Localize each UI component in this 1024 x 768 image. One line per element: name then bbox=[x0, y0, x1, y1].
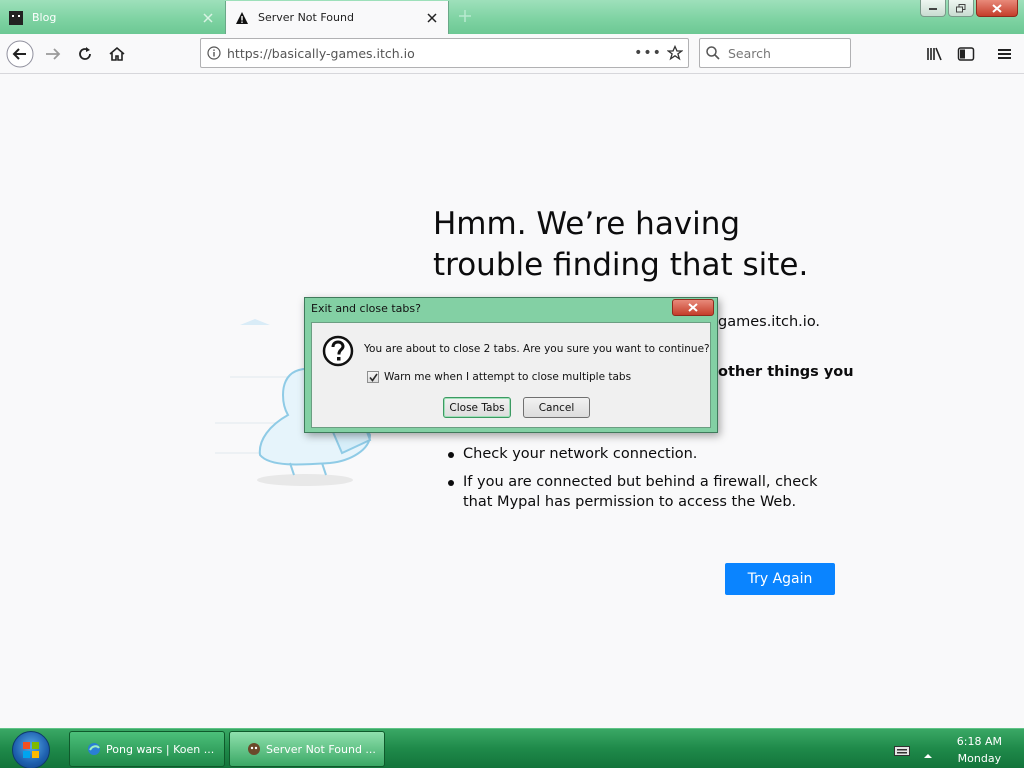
url-text[interactable]: https://basically-games.itch.io bbox=[227, 46, 634, 61]
windows-logo-icon bbox=[23, 742, 39, 758]
dialog-message: You are about to close 2 tabs. Are you s… bbox=[364, 343, 710, 355]
close-tab-icon[interactable] bbox=[200, 10, 216, 26]
taskbar-item-label: Pong wars | Koen ... bbox=[106, 742, 215, 756]
dialog-title: Exit and close tabs? bbox=[311, 302, 421, 315]
taskbar: Pong wars | Koen ... Server Not Found ..… bbox=[0, 728, 1024, 768]
sidebar-button[interactable] bbox=[951, 39, 981, 69]
taskbar-item-label: Server Not Found ... bbox=[266, 742, 376, 756]
restore-button[interactable] bbox=[948, 0, 974, 17]
suggestion-list: Check your network connection. If you ar… bbox=[448, 444, 828, 520]
reload-button[interactable] bbox=[70, 39, 100, 69]
url-bar[interactable]: https://basically-games.itch.io ••• bbox=[200, 38, 689, 68]
clock-day: Monday bbox=[957, 752, 1002, 765]
reload-icon bbox=[79, 47, 91, 60]
tab-title: Server Not Found bbox=[258, 11, 354, 24]
show-hidden-icons-icon[interactable] bbox=[924, 744, 932, 763]
window-controls bbox=[920, 0, 1018, 17]
dialog-body: You are about to close 2 tabs. Are you s… bbox=[311, 322, 711, 428]
forward-button[interactable] bbox=[38, 39, 68, 69]
keyboard-icon[interactable] bbox=[894, 742, 910, 761]
error-subheading: other things you bbox=[718, 364, 854, 380]
search-bar[interactable] bbox=[699, 38, 851, 68]
error-title: Hmm. We’re having trouble finding that s… bbox=[433, 206, 809, 283]
checkbox-checked-icon[interactable] bbox=[367, 371, 379, 383]
try-again-button[interactable]: Try Again bbox=[725, 563, 835, 595]
info-icon[interactable] bbox=[201, 46, 227, 60]
warning-icon bbox=[234, 10, 250, 26]
taskbar-item-server-not-found[interactable]: Server Not Found ... bbox=[229, 731, 385, 767]
clock-time: 6:18 AM bbox=[956, 735, 1002, 748]
list-item: Check your network connection. bbox=[448, 444, 828, 464]
browser-app-icon bbox=[86, 741, 102, 757]
close-icon bbox=[688, 303, 698, 312]
clock[interactable]: 6:18 AM Monday bbox=[957, 733, 1002, 767]
window-close-button[interactable] bbox=[976, 0, 1018, 17]
tab-server-not-found[interactable]: Server Not Found bbox=[225, 1, 449, 34]
home-icon bbox=[109, 46, 125, 61]
warn-multiple-tabs-checkbox[interactable]: Warn me when I attempt to close multiple… bbox=[367, 371, 631, 383]
cancel-button[interactable]: Cancel bbox=[523, 397, 590, 418]
tab-strip: Blog Server Not Found bbox=[0, 0, 1024, 34]
error-host-text: games.itch.io. bbox=[718, 314, 821, 330]
library-icon bbox=[927, 47, 942, 61]
close-tab-icon[interactable] bbox=[424, 10, 440, 26]
close-tabs-dialog: Exit and close tabs? You are about to cl… bbox=[304, 297, 718, 433]
tab-blog[interactable]: Blog bbox=[0, 1, 224, 34]
home-button[interactable] bbox=[102, 39, 132, 69]
library-button[interactable] bbox=[920, 39, 950, 69]
search-input[interactable] bbox=[728, 45, 838, 61]
navigation-toolbar: https://basically-games.itch.io ••• bbox=[0, 34, 1024, 74]
menu-button[interactable] bbox=[990, 39, 1020, 69]
dialog-close-button[interactable] bbox=[672, 299, 714, 316]
hamburger-menu-icon bbox=[998, 49, 1011, 59]
start-button[interactable] bbox=[12, 731, 50, 768]
back-arrow-icon bbox=[6, 40, 34, 68]
tab-title: Blog bbox=[32, 11, 57, 24]
taskbar-item-pong-wars[interactable]: Pong wars | Koen ... bbox=[69, 731, 225, 767]
sidebar-icon bbox=[957, 47, 975, 61]
search-icon bbox=[706, 46, 720, 60]
back-button[interactable] bbox=[5, 39, 35, 69]
question-icon bbox=[322, 335, 354, 367]
page-actions-more-icon[interactable]: ••• bbox=[634, 45, 662, 61]
checkbox-label: Warn me when I attempt to close multiple… bbox=[384, 371, 632, 383]
close-tabs-button[interactable]: Close Tabs bbox=[443, 397, 511, 418]
new-tab-plus-icon[interactable] bbox=[455, 6, 475, 26]
blog-favicon-icon bbox=[8, 10, 24, 26]
mypal-app-icon bbox=[246, 741, 262, 757]
list-item: If you are connected but behind a firewa… bbox=[448, 472, 828, 512]
forward-arrow-icon bbox=[46, 48, 61, 60]
minimize-button[interactable] bbox=[920, 0, 946, 17]
bookmark-star-icon[interactable] bbox=[662, 45, 688, 61]
